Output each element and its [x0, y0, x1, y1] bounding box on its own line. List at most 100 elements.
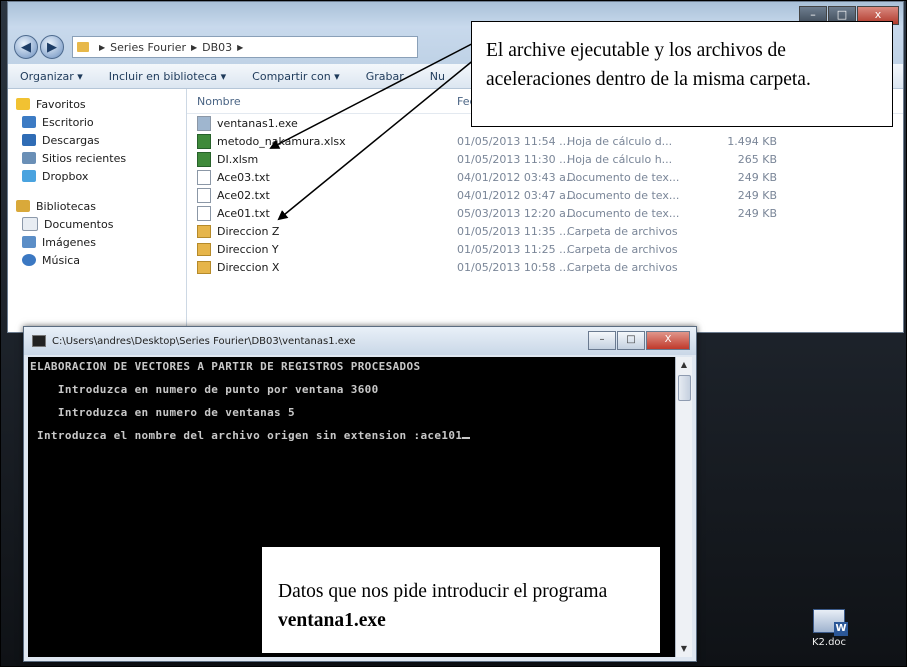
share-with-menu[interactable]: Compartir con ▾: [252, 70, 340, 83]
file-size: 249 KB: [737, 206, 777, 220]
excel-file-icon: [197, 151, 211, 167]
file-type: Carpeta de archivos: [567, 242, 678, 256]
forward-arrow-icon[interactable]: ▶: [40, 35, 64, 59]
desktop-icon: [22, 116, 36, 128]
scroll-up-icon[interactable]: ▲: [676, 357, 692, 373]
file-row[interactable]: Direccion Z 01/05/2013 11:35 ... Carpeta…: [187, 222, 903, 240]
screenshot-frame: – □ x ◀ ▶ ▶ Series Fourier ▶ DB03 ▶ Orga…: [0, 0, 907, 667]
breadcrumb-series-fourier[interactable]: Series Fourier: [110, 41, 186, 54]
annotation-text: Datos que nos pide introducir el program…: [278, 581, 608, 602]
file-date: 04/01/2012 03:47 a...: [457, 188, 577, 202]
file-name: DI.xlsm: [217, 152, 259, 166]
sidebar-item-label: Música: [42, 253, 81, 267]
chevron-right-icon: ▶: [99, 42, 106, 52]
text-file-icon: [197, 169, 211, 185]
console-icon: [32, 335, 46, 347]
file-date: 01/05/2013 11:54 ...: [457, 134, 570, 148]
file-type: Carpeta de archivos: [567, 224, 678, 238]
console-line: ELABORACION DE VECTORES A PARTIR DE REGI…: [30, 360, 421, 373]
sidebar-item-label: Descargas: [42, 133, 100, 147]
text-file-icon: [197, 187, 211, 203]
file-name: Direccion Z: [217, 224, 280, 238]
file-size: 249 KB: [737, 170, 777, 184]
column-header-name[interactable]: Nombre: [187, 95, 457, 108]
file-type: Documento de tex...: [567, 188, 680, 202]
excel-file-icon: [197, 133, 211, 149]
file-type: Carpeta de archivos: [567, 260, 678, 274]
pictures-icon: [22, 236, 36, 248]
sidebar-item-label: Sitios recientes: [42, 151, 127, 165]
scroll-down-icon[interactable]: ▼: [676, 641, 692, 657]
file-date: 01/05/2013 10:58 ...: [457, 260, 570, 274]
file-date: 04/01/2012 03:43 a...: [457, 170, 577, 184]
burn-button[interactable]: Grabar: [366, 70, 404, 83]
scrollbar-thumb[interactable]: [678, 375, 691, 401]
close-button[interactable]: X: [646, 331, 690, 350]
annotation-callout-top: El archive ejecutable y los archivos de …: [471, 21, 893, 127]
minimize-button[interactable]: –: [588, 331, 616, 350]
file-name: Ace01.txt: [217, 206, 270, 220]
maximize-button[interactable]: □: [617, 331, 645, 350]
console-title: C:\Users\andres\Desktop\Series Fourier\D…: [52, 335, 356, 347]
file-row[interactable]: Ace02.txt 04/01/2012 03:47 a... Document…: [187, 186, 903, 204]
address-bar[interactable]: ▶ Series Fourier ▶ DB03 ▶: [72, 36, 418, 58]
console-scrollbar[interactable]: ▲ ▼: [675, 357, 692, 657]
breadcrumb-db03[interactable]: DB03: [202, 41, 232, 54]
file-row[interactable]: DI.xlsm 01/05/2013 11:30 ... Hoja de cál…: [187, 150, 903, 168]
file-type: Documento de tex...: [567, 206, 680, 220]
sidebar-group-label: Favoritos: [36, 97, 86, 111]
sidebar-item-label: Escritorio: [42, 115, 94, 129]
annotation-program-name: ventana1.exe: [278, 610, 386, 631]
sidebar-group-libraries[interactable]: Bibliotecas: [8, 197, 186, 215]
libraries-icon: [16, 200, 30, 212]
sidebar-item-imagenes[interactable]: Imágenes: [8, 233, 186, 251]
file-row[interactable]: Direccion Y 01/05/2013 11:25 ... Carpeta…: [187, 240, 903, 258]
file-name: Direccion X: [217, 260, 280, 274]
executable-icon: [197, 115, 211, 131]
folder-icon: [197, 224, 211, 238]
sidebar-item-descargas[interactable]: Descargas: [8, 131, 186, 149]
file-name: metodo_nakamura.xlsx: [217, 134, 346, 148]
navigation-pane: Favoritos Escritorio Descargas Sitios re…: [8, 89, 187, 332]
include-in-library-menu[interactable]: Incluir en biblioteca ▾: [109, 70, 226, 83]
sidebar-group-favorites[interactable]: Favoritos: [8, 95, 186, 113]
sidebar-item-musica[interactable]: Música: [8, 251, 186, 269]
console-line: Introduzca en numero de ventanas 5: [30, 406, 295, 419]
console-line: Introduzca el nombre del archivo origen …: [30, 429, 463, 442]
file-size: 1.494 KB: [727, 134, 777, 148]
navigation-bar: ◀ ▶ ▶ Series Fourier ▶ DB03 ▶: [14, 34, 418, 60]
back-arrow-icon[interactable]: ◀: [14, 35, 38, 59]
sidebar-item-sitios-recientes[interactable]: Sitios recientes: [8, 149, 186, 167]
file-row[interactable]: Ace01.txt 05/03/2013 12:20 a... Document…: [187, 204, 903, 222]
file-row[interactable]: Direccion X 01/05/2013 10:58 ... Carpeta…: [187, 258, 903, 276]
desktop-file-k2-doc[interactable]: W K2.doc: [809, 609, 849, 648]
file-type: Hoja de cálculo h...: [567, 152, 673, 166]
documents-icon: [22, 217, 38, 231]
new-folder-button[interactable]: Nu: [430, 70, 445, 83]
folder-icon: [197, 260, 211, 274]
console-input-line: Introduzca el nombre del archivo origen …: [30, 429, 471, 442]
desktop-file-label: K2.doc: [811, 637, 847, 648]
sidebar-item-label: Imágenes: [42, 235, 96, 249]
file-name: ventanas1.exe: [217, 116, 298, 130]
chevron-right-icon: ▶: [237, 42, 244, 52]
organize-menu[interactable]: Organizar ▾: [20, 70, 83, 83]
text-cursor: [462, 437, 471, 439]
chevron-right-icon: ▶: [191, 42, 198, 52]
downloads-icon: [22, 134, 36, 146]
text-file-icon: [197, 205, 211, 221]
file-row[interactable]: Ace03.txt 04/01/2012 03:43 a... Document…: [187, 168, 903, 186]
file-name: Ace03.txt: [217, 170, 270, 184]
sidebar-item-documentos[interactable]: Documentos: [8, 215, 186, 233]
file-name: Ace02.txt: [217, 188, 270, 202]
file-name: Direccion Y: [217, 242, 279, 256]
file-type: Documento de tex...: [567, 170, 680, 184]
folder-icon: [77, 42, 89, 52]
console-window-controls: – □ X: [587, 331, 690, 350]
sidebar-item-escritorio[interactable]: Escritorio: [8, 113, 186, 131]
sidebar-item-dropbox[interactable]: Dropbox: [8, 167, 186, 185]
star-icon: [16, 98, 30, 110]
file-date: 01/05/2013 11:35 ...: [457, 224, 570, 238]
file-row[interactable]: metodo_nakamura.xlsx 01/05/2013 11:54 ..…: [187, 132, 903, 150]
file-size: 265 KB: [737, 152, 777, 166]
